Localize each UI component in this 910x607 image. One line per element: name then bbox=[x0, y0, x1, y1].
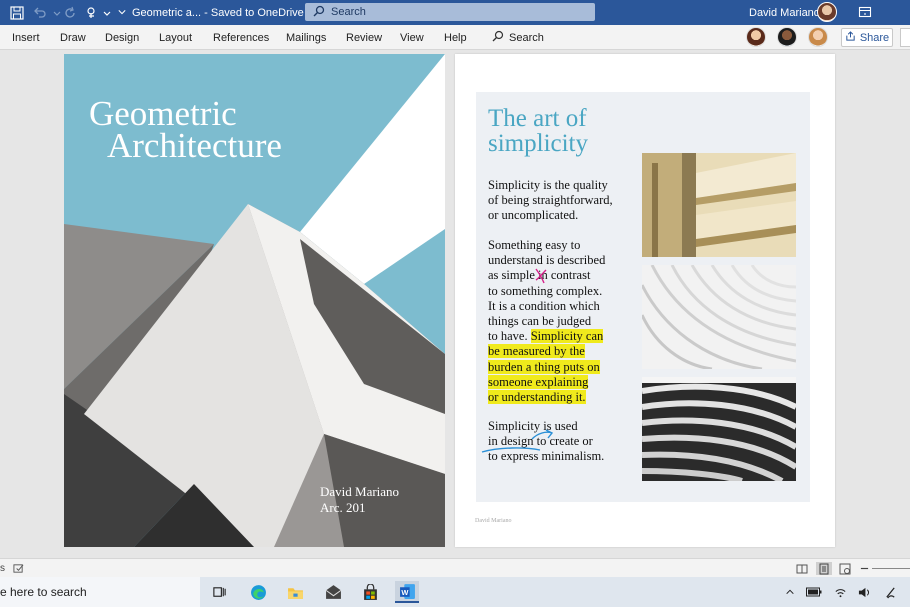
search-placeholder: Search bbox=[331, 6, 366, 18]
tab-layout[interactable]: Layout bbox=[159, 25, 192, 50]
article-title-line1: The art of bbox=[488, 105, 587, 132]
doc-icon bbox=[118, 7, 126, 19]
tab-insert[interactable]: Insert bbox=[12, 25, 40, 50]
article-page: The art of simplicity Simplicity is the … bbox=[455, 54, 835, 547]
more-options-button[interactable] bbox=[900, 28, 910, 47]
status-label: s bbox=[0, 563, 5, 574]
volume-icon[interactable] bbox=[856, 584, 872, 600]
text-line: to have. Simplicity can bbox=[488, 329, 605, 344]
tab-help[interactable]: Help bbox=[444, 25, 467, 50]
text-line: someone explaining bbox=[488, 374, 605, 390]
cover-course: Arc. 201 bbox=[320, 500, 366, 515]
undo-icon[interactable] bbox=[32, 5, 48, 21]
store-icon[interactable] bbox=[358, 581, 382, 603]
text-line: or understanding it. bbox=[488, 390, 605, 405]
tab-design[interactable]: Design bbox=[105, 25, 139, 50]
ribbon-display-icon[interactable] bbox=[858, 5, 872, 19]
article-panel: The art of simplicity Simplicity is the … bbox=[476, 92, 810, 502]
battery-icon[interactable] bbox=[806, 584, 822, 600]
share-button[interactable]: Share bbox=[841, 28, 893, 47]
text-line: be measured by the bbox=[488, 344, 605, 359]
mail-icon[interactable] bbox=[321, 581, 345, 603]
share-icon bbox=[845, 30, 856, 45]
cover-title-line2: Architecture bbox=[107, 126, 282, 165]
text-line: of being straightforward, bbox=[488, 193, 613, 208]
web-layout-icon[interactable] bbox=[839, 562, 851, 575]
tell-me-label: Search bbox=[509, 31, 544, 44]
print-layout-icon[interactable] bbox=[816, 562, 832, 575]
redo-icon[interactable] bbox=[62, 5, 78, 21]
edge-browser-icon[interactable] bbox=[246, 581, 270, 603]
text-line: burden a thing puts on bbox=[488, 359, 605, 375]
cover-author: David Mariano bbox=[320, 484, 400, 499]
text-line: things can be judged bbox=[488, 314, 592, 329]
search-icon bbox=[313, 5, 325, 20]
pen-workspace-icon[interactable] bbox=[882, 584, 898, 600]
cover-title: Geometric Architecture bbox=[89, 96, 282, 165]
touch-mode-icon[interactable] bbox=[84, 5, 100, 21]
taskbar-search-text: e here to search bbox=[0, 585, 87, 599]
article-title-line2: simplicity bbox=[488, 130, 588, 157]
word-app-icon[interactable]: W bbox=[395, 581, 419, 603]
save-icon[interactable] bbox=[9, 5, 25, 21]
tab-review[interactable]: Review bbox=[346, 25, 382, 50]
collaborator-avatar[interactable] bbox=[746, 27, 766, 47]
cover-page: Geometric Architecture David Mariano Arc… bbox=[64, 54, 445, 547]
highlighted-text: burden a thing puts on bbox=[488, 359, 600, 374]
customize-toolbar-icon[interactable] bbox=[99, 5, 115, 21]
cover-author-block: David Mariano Arc. 201 bbox=[320, 484, 399, 516]
tab-mailings[interactable]: Mailings bbox=[286, 25, 326, 50]
text-lead: to have. bbox=[488, 329, 528, 344]
svg-text:W: W bbox=[401, 587, 408, 596]
collaborator-avatar[interactable] bbox=[808, 27, 828, 47]
tell-me-search[interactable]: Search bbox=[492, 25, 544, 50]
text-line: Something easy to bbox=[488, 238, 581, 252]
search-icon bbox=[492, 30, 504, 45]
highlighted-text: or understanding it. bbox=[488, 390, 586, 405]
tab-view[interactable]: View bbox=[400, 25, 424, 50]
tab-references[interactable]: References bbox=[213, 25, 269, 50]
read-mode-icon[interactable] bbox=[796, 562, 808, 575]
curved-white-architecture-image bbox=[642, 265, 796, 369]
file-explorer-icon[interactable] bbox=[283, 581, 307, 603]
share-label: Share bbox=[859, 31, 890, 44]
stair-architecture-image bbox=[642, 153, 796, 257]
chevron-up-icon[interactable] bbox=[782, 584, 798, 600]
highlighted-text: Simplicity can bbox=[530, 329, 604, 344]
status-bar: s bbox=[0, 558, 910, 577]
tab-draw[interactable]: Draw bbox=[60, 25, 86, 50]
task-view-icon[interactable] bbox=[207, 581, 231, 603]
zoom-out-icon[interactable] bbox=[860, 562, 869, 575]
highlighted-text: someone explaining bbox=[488, 374, 589, 389]
page-footer: David Mariano bbox=[475, 518, 512, 524]
ribbon-tabs: Insert Draw Design Layout References Mai… bbox=[0, 25, 910, 50]
article-title: The art of simplicity bbox=[488, 106, 588, 156]
proofing-icon[interactable] bbox=[13, 562, 24, 575]
taskbar-search[interactable]: e here to search bbox=[0, 577, 200, 607]
user-avatar[interactable] bbox=[817, 2, 837, 22]
text-line: It is a condition which bbox=[488, 298, 600, 313]
collaborator-avatar[interactable] bbox=[777, 27, 797, 47]
paragraph-2[interactable]: Something easy to understand is describe… bbox=[488, 238, 605, 405]
text-line: Simplicity is the quality bbox=[488, 178, 608, 192]
striped-building-image bbox=[642, 377, 796, 481]
search-box[interactable]: Search bbox=[305, 3, 595, 21]
document-title[interactable]: Geometric a... - Saved to OneDrive bbox=[118, 0, 319, 25]
text-line: or uncomplicated. bbox=[488, 208, 579, 223]
user-name[interactable]: David Mariano bbox=[749, 0, 820, 25]
paragraph-1[interactable]: Simplicity is the quality of being strai… bbox=[488, 178, 613, 224]
taskbar: e here to search W bbox=[0, 577, 910, 607]
document-title-text: Geometric a... - Saved to OneDrive bbox=[132, 6, 304, 19]
title-bar: Geometric a... - Saved to OneDrive Searc… bbox=[0, 0, 910, 25]
wifi-icon[interactable] bbox=[832, 584, 848, 600]
zoom-slider[interactable] bbox=[872, 562, 910, 575]
highlighted-text: be measured by the bbox=[488, 344, 585, 359]
ink-annotation-blue bbox=[481, 429, 554, 453]
ink-annotation-pink bbox=[535, 268, 547, 284]
